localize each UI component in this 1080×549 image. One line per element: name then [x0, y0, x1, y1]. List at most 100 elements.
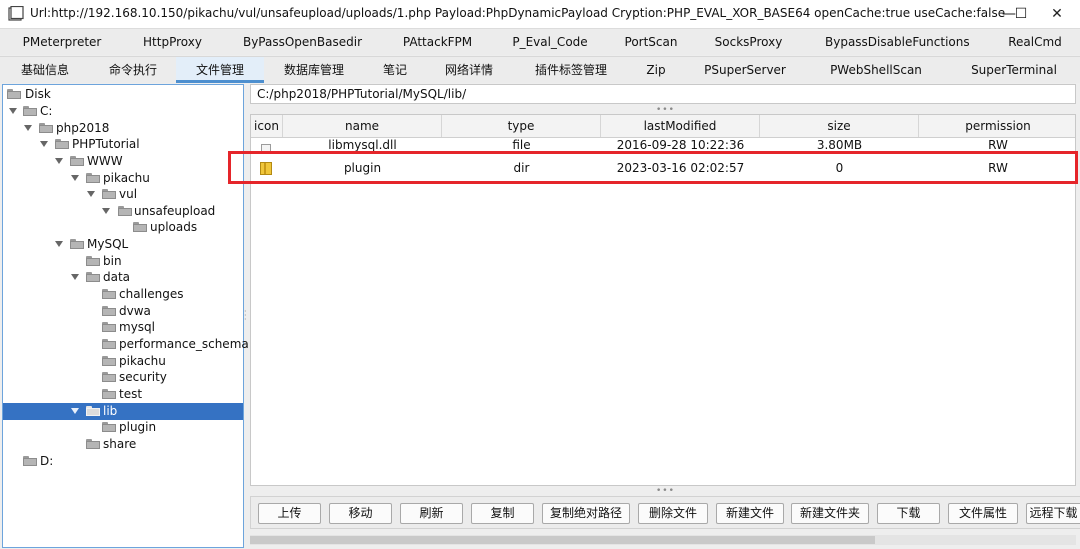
chevron-down-icon[interactable]: [24, 125, 32, 131]
scrollbar-thumb[interactable]: [250, 536, 875, 544]
chevron-down-icon[interactable]: [55, 241, 63, 247]
folder-icon: [39, 123, 53, 133]
chevron-down-icon[interactable]: [87, 191, 95, 197]
folder-icon: [70, 239, 84, 249]
window-title: Url:http://192.168.10.150/pikachu/vul/un…: [30, 6, 1006, 20]
tab-bypassopenbasedir[interactable]: ByPassOpenBasedir: [240, 29, 365, 55]
chevron-down-icon[interactable]: [71, 274, 79, 280]
action-button-bar: 上传 移动 刷新 复制 复制绝对路径 删除文件 新建文件 新建文件夹 下载 文件…: [250, 496, 1080, 529]
tab-portscan[interactable]: PortScan: [616, 29, 686, 55]
tree-node-label: WWW: [87, 154, 123, 168]
folder-icon: [102, 356, 116, 366]
new-folder-button[interactable]: 新建文件夹: [791, 503, 869, 524]
chevron-down-icon[interactable]: [71, 408, 79, 414]
path-input[interactable]: [250, 84, 1076, 104]
upload-button[interactable]: 上传: [258, 503, 321, 524]
table-header: icon name type lastModified size permiss…: [251, 115, 1075, 138]
table-row[interactable]: libmysql.dll file 2016-09-28 10:22:36 3.…: [251, 138, 1075, 152]
column-header-icon[interactable]: icon: [251, 115, 283, 137]
column-header-size[interactable]: size: [760, 115, 919, 137]
tab-network-details[interactable]: 网络详情: [436, 57, 502, 83]
splitter-handle-bottom[interactable]: •••: [656, 487, 675, 496]
tab-psuperserver[interactable]: PSuperServer: [697, 57, 793, 83]
tab-superterminal[interactable]: SuperTerminal: [964, 57, 1064, 83]
tab-bypassdisablefunctions[interactable]: BypassDisableFunctions: [825, 29, 970, 55]
tree-node-label: plugin: [119, 420, 157, 434]
column-header-lastmodified[interactable]: lastModified: [601, 115, 760, 137]
remote-download-button[interactable]: 远程下载: [1026, 503, 1080, 524]
file-properties-button[interactable]: 文件属性: [948, 503, 1018, 524]
folder-icon: [70, 156, 84, 166]
tab-httpproxy[interactable]: HttpProxy: [130, 29, 215, 55]
module-tabs-row2: 基础信息 命令执行 文件管理 数据库管理 笔记 网络详情 插件标签管理 Zip …: [0, 57, 1080, 83]
delete-file-button[interactable]: 删除文件: [638, 503, 708, 524]
tab-realcmd[interactable]: RealCmd: [1000, 29, 1070, 55]
close-button[interactable]: ✕: [1034, 0, 1080, 28]
cell-size: 3.80MB: [816, 138, 863, 152]
chevron-down-icon[interactable]: [9, 108, 17, 114]
tab-plugin-tag-manager[interactable]: 插件标签管理: [528, 57, 614, 83]
chevron-down-icon[interactable]: [55, 158, 63, 164]
chevron-down-icon[interactable]: [40, 141, 48, 147]
download-button[interactable]: 下载: [877, 503, 940, 524]
move-button[interactable]: 移动: [329, 503, 392, 524]
tab-p-eval-code[interactable]: P_Eval_Code: [505, 29, 595, 55]
folder-icon: [102, 289, 116, 299]
tree-node-label: data: [103, 270, 131, 284]
tab-socksproxy[interactable]: SocksProxy: [706, 29, 791, 55]
tree-node-label: vul: [119, 187, 138, 201]
tab-zip[interactable]: Zip: [636, 57, 676, 83]
tree-node-label: unsafeupload: [134, 204, 216, 218]
highlight-box: [228, 151, 1078, 184]
tree-node-label: D:: [40, 454, 54, 468]
module-tabs-row1: PMeterpreter HttpProxy ByPassOpenBasedir…: [0, 29, 1080, 55]
app-icon: [8, 6, 24, 21]
folder-icon: [86, 439, 100, 449]
tree-node-lib[interactable]: lib: [3, 403, 243, 420]
tab-command-exec[interactable]: 命令执行: [100, 57, 166, 83]
tab-notes[interactable]: 笔记: [372, 57, 418, 83]
vertical-splitter-handle[interactable]: · · ·: [244, 308, 248, 324]
folder-icon: [7, 89, 21, 99]
splitter-handle-top[interactable]: •••: [656, 106, 675, 115]
tree-node-label: test: [119, 387, 143, 401]
folder-icon: [102, 322, 116, 332]
tree-node-label: pikachu: [103, 171, 150, 185]
new-file-button[interactable]: 新建文件: [716, 503, 784, 524]
tree-node-label: Disk: [25, 87, 51, 101]
folder-icon: [23, 456, 37, 466]
tab-pwebshellscan[interactable]: PWebShellScan: [824, 57, 928, 83]
tree-node-label: C:: [40, 104, 53, 118]
column-header-name[interactable]: name: [283, 115, 442, 137]
directory-tree[interactable]: Disk C: php2018 PHPTutorial WWW pikachu …: [2, 84, 249, 548]
column-header-type[interactable]: type: [442, 115, 601, 137]
chevron-down-icon[interactable]: [102, 208, 110, 214]
folder-icon: [23, 106, 37, 116]
chevron-down-icon[interactable]: [71, 175, 79, 181]
cell-permission: RW: [988, 138, 1008, 152]
copy-button[interactable]: 复制: [471, 503, 534, 524]
folder-icon: [86, 272, 100, 282]
folder-icon: [102, 189, 116, 199]
tab-file-manager[interactable]: 文件管理: [176, 57, 264, 83]
tree-node-label: dvwa: [119, 304, 151, 318]
tree-node-label: performance_schema: [119, 337, 249, 351]
tab-basic-info[interactable]: 基础信息: [12, 57, 78, 83]
folder-icon: [102, 389, 116, 399]
tree-node-label: security: [119, 370, 167, 384]
tab-pattackfpm[interactable]: PAttackFPM: [395, 29, 480, 55]
refresh-button[interactable]: 刷新: [400, 503, 463, 524]
folder-icon: [86, 173, 100, 183]
folder-icon: [86, 406, 100, 416]
cell-lastmodified: 2016-09-28 10:22:36: [616, 138, 745, 152]
tree-node-label: uploads: [150, 220, 198, 234]
folder-icon: [118, 206, 132, 216]
title-bar: Url:http://192.168.10.150/pikachu/vul/un…: [0, 0, 1080, 29]
horizontal-scrollbar[interactable]: [250, 535, 1076, 545]
column-header-permission[interactable]: permission: [919, 115, 1075, 137]
copy-absolute-path-button[interactable]: 复制绝对路径: [542, 503, 630, 524]
folder-icon: [86, 256, 100, 266]
folder-icon: [55, 139, 69, 149]
tab-pmeterpreter[interactable]: PMeterpreter: [17, 29, 107, 55]
tab-database-manager[interactable]: 数据库管理: [275, 57, 353, 83]
